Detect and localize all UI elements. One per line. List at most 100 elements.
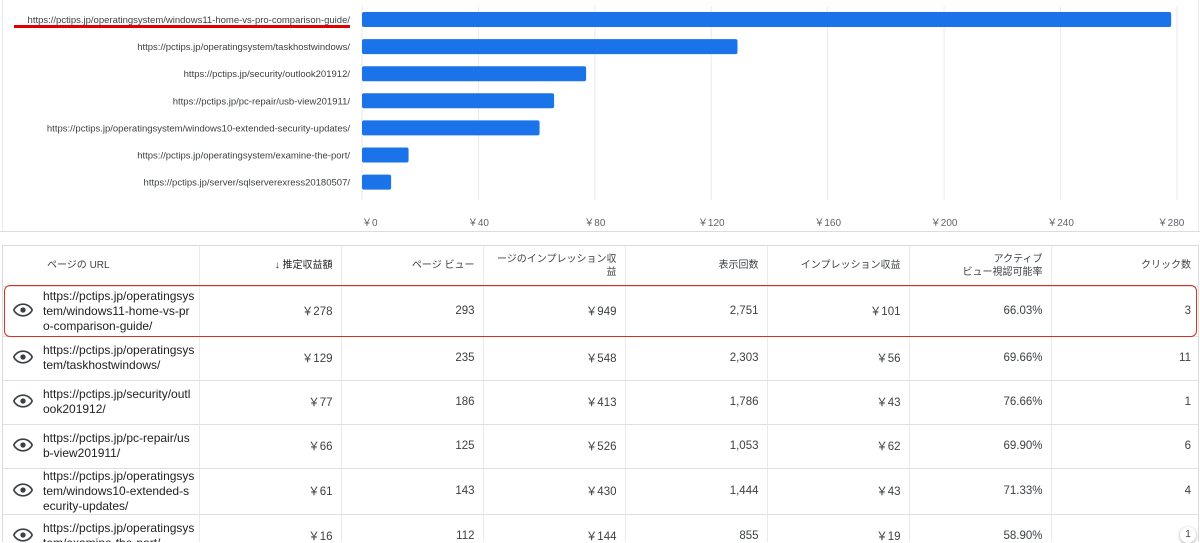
scroll-indicator[interactable]: 1 bbox=[1180, 527, 1196, 543]
row-eye-cell bbox=[3, 514, 43, 542]
table-row: https://pctips.jp/operatingsystem/window… bbox=[3, 468, 1198, 515]
x-tick-label: ￥0 bbox=[362, 218, 378, 229]
cell-pageviews: 125 bbox=[341, 424, 484, 469]
cell-impression-rpm: ￥43 bbox=[767, 380, 910, 425]
header-impression-rpm[interactable]: インプレッション収益 bbox=[767, 246, 910, 287]
cell-page-rpm: ￥144 bbox=[483, 514, 626, 542]
header-estimated-revenue[interactable]: ↓ 推定収益額 bbox=[199, 246, 342, 287]
cell-impressions: 1,786 bbox=[625, 380, 768, 425]
header-page-views[interactable]: ページ ビュー bbox=[341, 246, 484, 287]
row-url[interactable]: https://pctips.jp/operatingsystem/window… bbox=[43, 468, 200, 515]
cell-pageviews: 143 bbox=[341, 468, 484, 515]
eye-icon[interactable] bbox=[13, 527, 33, 542]
cell-pageviews: 235 bbox=[341, 336, 484, 381]
table-header-row: ページの URL ↓ 推定収益額 ページ ビュー ージのインプレッション収益 表… bbox=[3, 246, 1198, 287]
cell-impression-rpm: ￥62 bbox=[767, 424, 910, 469]
cell-viewability: 69.66% bbox=[909, 336, 1052, 381]
cell-page-rpm: ￥548 bbox=[483, 336, 626, 381]
category-label[interactable]: https://pctips.jp/operatingsystem/window… bbox=[47, 123, 350, 134]
cell-revenue: ￥16 bbox=[199, 514, 342, 542]
cell-revenue: ￥278 bbox=[199, 286, 342, 337]
cell-impressions: 1,053 bbox=[625, 424, 768, 469]
header-active-view[interactable]: アクティブ ビュー視認可能率 bbox=[909, 246, 1052, 287]
x-tick-label: ￥200 bbox=[931, 218, 958, 229]
x-tick-label: ￥80 bbox=[584, 218, 606, 229]
bar[interactable] bbox=[362, 66, 587, 82]
highlight-underline bbox=[14, 25, 350, 28]
header-active-view-label: アクティブ ビュー視認可能率 bbox=[962, 253, 1043, 278]
cell-impression-rpm: ￥56 bbox=[767, 336, 910, 381]
table-row: https://pctips.jp/operatingsystem/taskho… bbox=[3, 336, 1198, 381]
category-label[interactable]: https://pctips.jp/server/sqlserverexress… bbox=[144, 178, 351, 189]
category-label[interactable]: https://pctips.jp/pc-repair/usb-view2019… bbox=[173, 96, 351, 107]
category-label[interactable]: https://pctips.jp/security/outlook201912… bbox=[184, 69, 351, 80]
bar-chart: ￥0 ￥40 ￥80 ￥120 ￥160 ￥200 ￥240 ￥280 https://pcti… bbox=[14, 6, 1185, 229]
table-row: https://pctips.jp/operatingsystem/examin… bbox=[3, 514, 1198, 542]
bar[interactable] bbox=[362, 174, 392, 190]
category-label[interactable]: https://pctips.jp/operatingsystem/window… bbox=[28, 15, 351, 26]
category-label[interactable]: https://pctips.jp/operatingsystem/taskho… bbox=[137, 42, 350, 53]
x-tick-label: ￥160 bbox=[814, 218, 841, 229]
cell-impressions: 1,444 bbox=[625, 468, 768, 515]
data-table-panel: ページの URL ↓ 推定収益額 ページ ビュー ージのインプレッション収益 表… bbox=[2, 245, 1199, 542]
cell-revenue: ￥66 bbox=[199, 424, 342, 469]
cell-impression-rpm: ￥101 bbox=[767, 286, 910, 337]
row-eye-cell bbox=[3, 286, 43, 337]
row-eye-cell bbox=[3, 336, 43, 381]
row-eye-cell bbox=[3, 424, 43, 469]
eye-icon[interactable] bbox=[13, 302, 33, 317]
header-page-url[interactable]: ページの URL bbox=[3, 246, 200, 287]
cell-impressions: 2,303 bbox=[625, 336, 768, 381]
eye-icon[interactable] bbox=[13, 393, 33, 408]
cell-impression-rpm: ￥43 bbox=[767, 468, 910, 515]
cell-page-rpm: ￥526 bbox=[483, 424, 626, 469]
row-url[interactable]: https://pctips.jp/security/outlook201912… bbox=[43, 380, 200, 425]
header-page-rpm[interactable]: ージのインプレッション収益 bbox=[483, 246, 626, 287]
cell-viewability: 76.66% bbox=[909, 380, 1052, 425]
cell-page-rpm: ￥430 bbox=[483, 468, 626, 515]
bar[interactable] bbox=[362, 39, 738, 55]
bar[interactable] bbox=[362, 120, 540, 136]
category-label[interactable]: https://pctips.jp/operatingsystem/examin… bbox=[137, 151, 350, 162]
cell-impression-rpm: ￥19 bbox=[767, 514, 910, 542]
cell-revenue: ￥129 bbox=[199, 336, 342, 381]
cell-pageviews: 293 bbox=[341, 286, 484, 337]
bar[interactable] bbox=[362, 12, 1172, 27]
bar[interactable] bbox=[362, 147, 409, 163]
cell-viewability: 58.90% bbox=[909, 514, 1052, 542]
cell-viewability: 71.33% bbox=[909, 468, 1052, 515]
row-eye-cell bbox=[3, 380, 43, 425]
bar[interactable] bbox=[362, 93, 555, 109]
cell-page-rpm: ￥413 bbox=[483, 380, 626, 425]
table-row: https://pctips.jp/security/outlook201912… bbox=[3, 380, 1198, 425]
header-clicks[interactable]: クリック数 bbox=[1051, 246, 1198, 287]
cell-impressions: 2,751 bbox=[625, 286, 768, 337]
cell-impressions: 855 bbox=[625, 514, 768, 542]
row-eye-cell bbox=[3, 468, 43, 515]
cell-viewability: 69.90% bbox=[909, 424, 1052, 469]
cell-clicks: 4 bbox=[1051, 468, 1198, 515]
eye-icon[interactable] bbox=[13, 349, 33, 364]
data-table: ページの URL ↓ 推定収益額 ページ ビュー ージのインプレッション収益 表… bbox=[3, 246, 1198, 542]
x-tick-label: ￥240 bbox=[1047, 218, 1074, 229]
row-url[interactable]: https://pctips.jp/operatingsystem/window… bbox=[43, 286, 200, 337]
eye-icon[interactable] bbox=[13, 482, 33, 497]
cell-viewability: 66.03% bbox=[909, 286, 1052, 337]
eye-icon[interactable] bbox=[13, 437, 33, 452]
cell-pageviews: 186 bbox=[341, 380, 484, 425]
cell-page-rpm: ￥949 bbox=[483, 286, 626, 337]
cell-clicks: 11 bbox=[1051, 336, 1198, 381]
cell-clicks: 6 bbox=[1051, 424, 1198, 469]
table-row: https://pctips.jp/pc-repair/usb-view2019… bbox=[3, 424, 1198, 469]
x-tick-label: ￥120 bbox=[698, 218, 725, 229]
cell-revenue: ￥77 bbox=[199, 380, 342, 425]
header-impressions[interactable]: 表示回数 bbox=[625, 246, 768, 287]
row-url[interactable]: https://pctips.jp/pc-repair/usb-view2019… bbox=[43, 424, 200, 469]
cell-clicks: 1 bbox=[1051, 514, 1198, 542]
cell-revenue: ￥61 bbox=[199, 468, 342, 515]
cell-clicks: 1 bbox=[1051, 380, 1198, 425]
cell-pageviews: 112 bbox=[341, 514, 484, 542]
row-url[interactable]: https://pctips.jp/operatingsystem/examin… bbox=[43, 514, 200, 542]
row-url[interactable]: https://pctips.jp/operatingsystem/taskho… bbox=[43, 336, 200, 381]
bar-chart-panel: ￥0 ￥40 ￥80 ￥120 ￥160 ￥200 ￥240 ￥280 https://pcti… bbox=[0, 0, 1200, 232]
